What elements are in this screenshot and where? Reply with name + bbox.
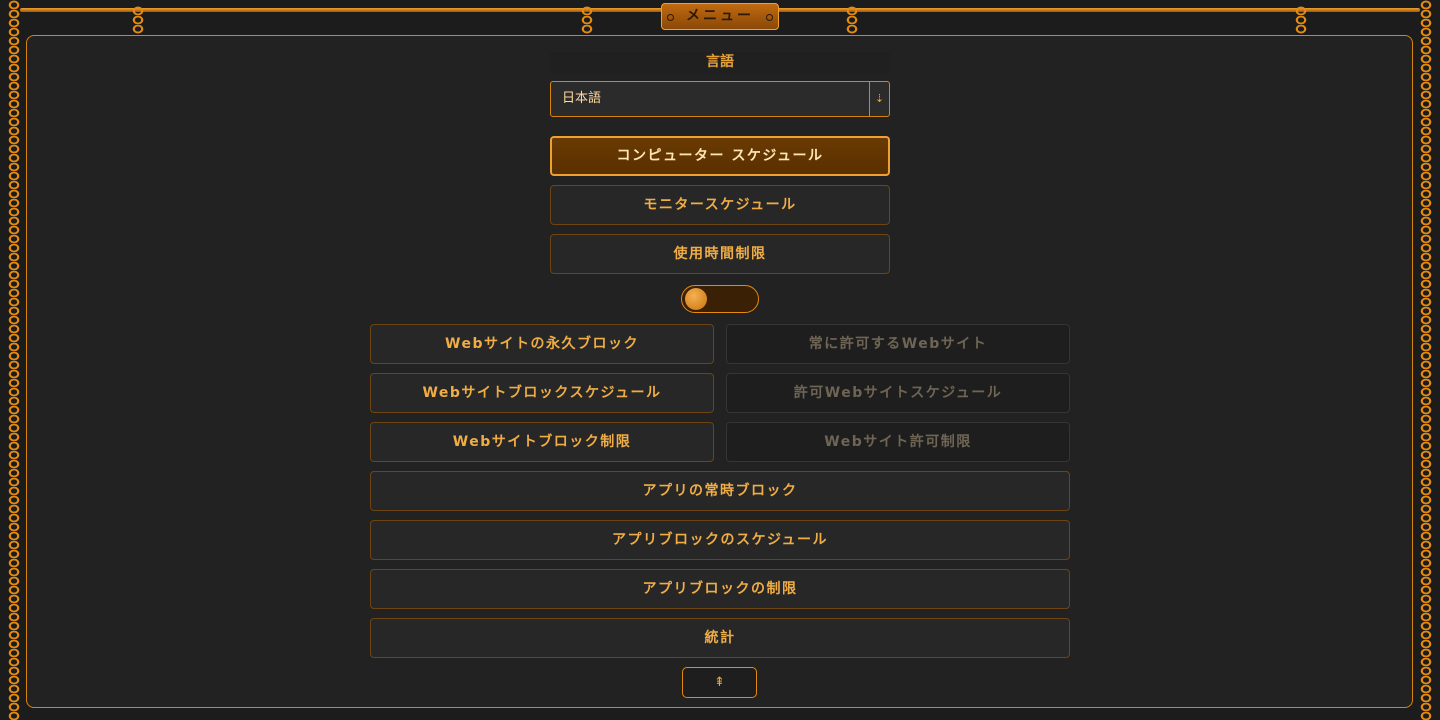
scroll-top-button[interactable]: ⇞ (682, 667, 757, 698)
website-block-limit-button[interactable]: Webサイトブロック制限 (370, 422, 714, 462)
menu-button[interactable]: メニュー (661, 3, 779, 30)
website-block-schedule-button[interactable]: Webサイトブロックスケジュール (370, 373, 714, 413)
dropdown-arrow-icon[interactable]: ⇣ (869, 82, 889, 116)
rivet-icon (667, 14, 674, 21)
mode-toggle[interactable] (681, 285, 759, 313)
allowed-website-schedule-button[interactable]: 許可Webサイトスケジュール (726, 373, 1070, 413)
rivet-icon (766, 14, 773, 21)
app-always-block-button[interactable]: アプリの常時ブロック (370, 471, 1070, 511)
always-allowed-websites-button[interactable]: 常に許可するWebサイト (726, 324, 1070, 364)
language-label: 言語 (550, 52, 890, 74)
website-allow-limit-button[interactable]: Webサイト許可制限 (726, 422, 1070, 462)
computer-schedule-button[interactable]: コンピューター スケジュール (550, 136, 890, 176)
scroll-up-icon: ⇞ (714, 675, 725, 690)
app-block-schedule-button[interactable]: アプリブロックのスケジュール (370, 520, 1070, 560)
right-chain-border (1419, 0, 1433, 720)
language-select[interactable]: 日本語 ⇣ (550, 81, 890, 117)
menu-label: メニュー (686, 8, 754, 24)
app-block-limit-button[interactable]: アプリブロックの制限 (370, 569, 1070, 609)
monitor-schedule-button[interactable]: モニタースケジュール (550, 185, 890, 225)
toggle-knob (685, 288, 707, 310)
usage-time-limit-button[interactable]: 使用時間制限 (550, 234, 890, 274)
chain-hook (846, 6, 858, 34)
chain-hook (581, 6, 593, 34)
statistics-button[interactable]: 統計 (370, 618, 1070, 658)
website-permanent-block-button[interactable]: Webサイトの永久ブロック (370, 324, 714, 364)
language-selected-value: 日本語 (562, 91, 602, 106)
chain-hook (132, 6, 144, 34)
chain-hook (1295, 6, 1307, 34)
left-chain-border (7, 0, 21, 720)
